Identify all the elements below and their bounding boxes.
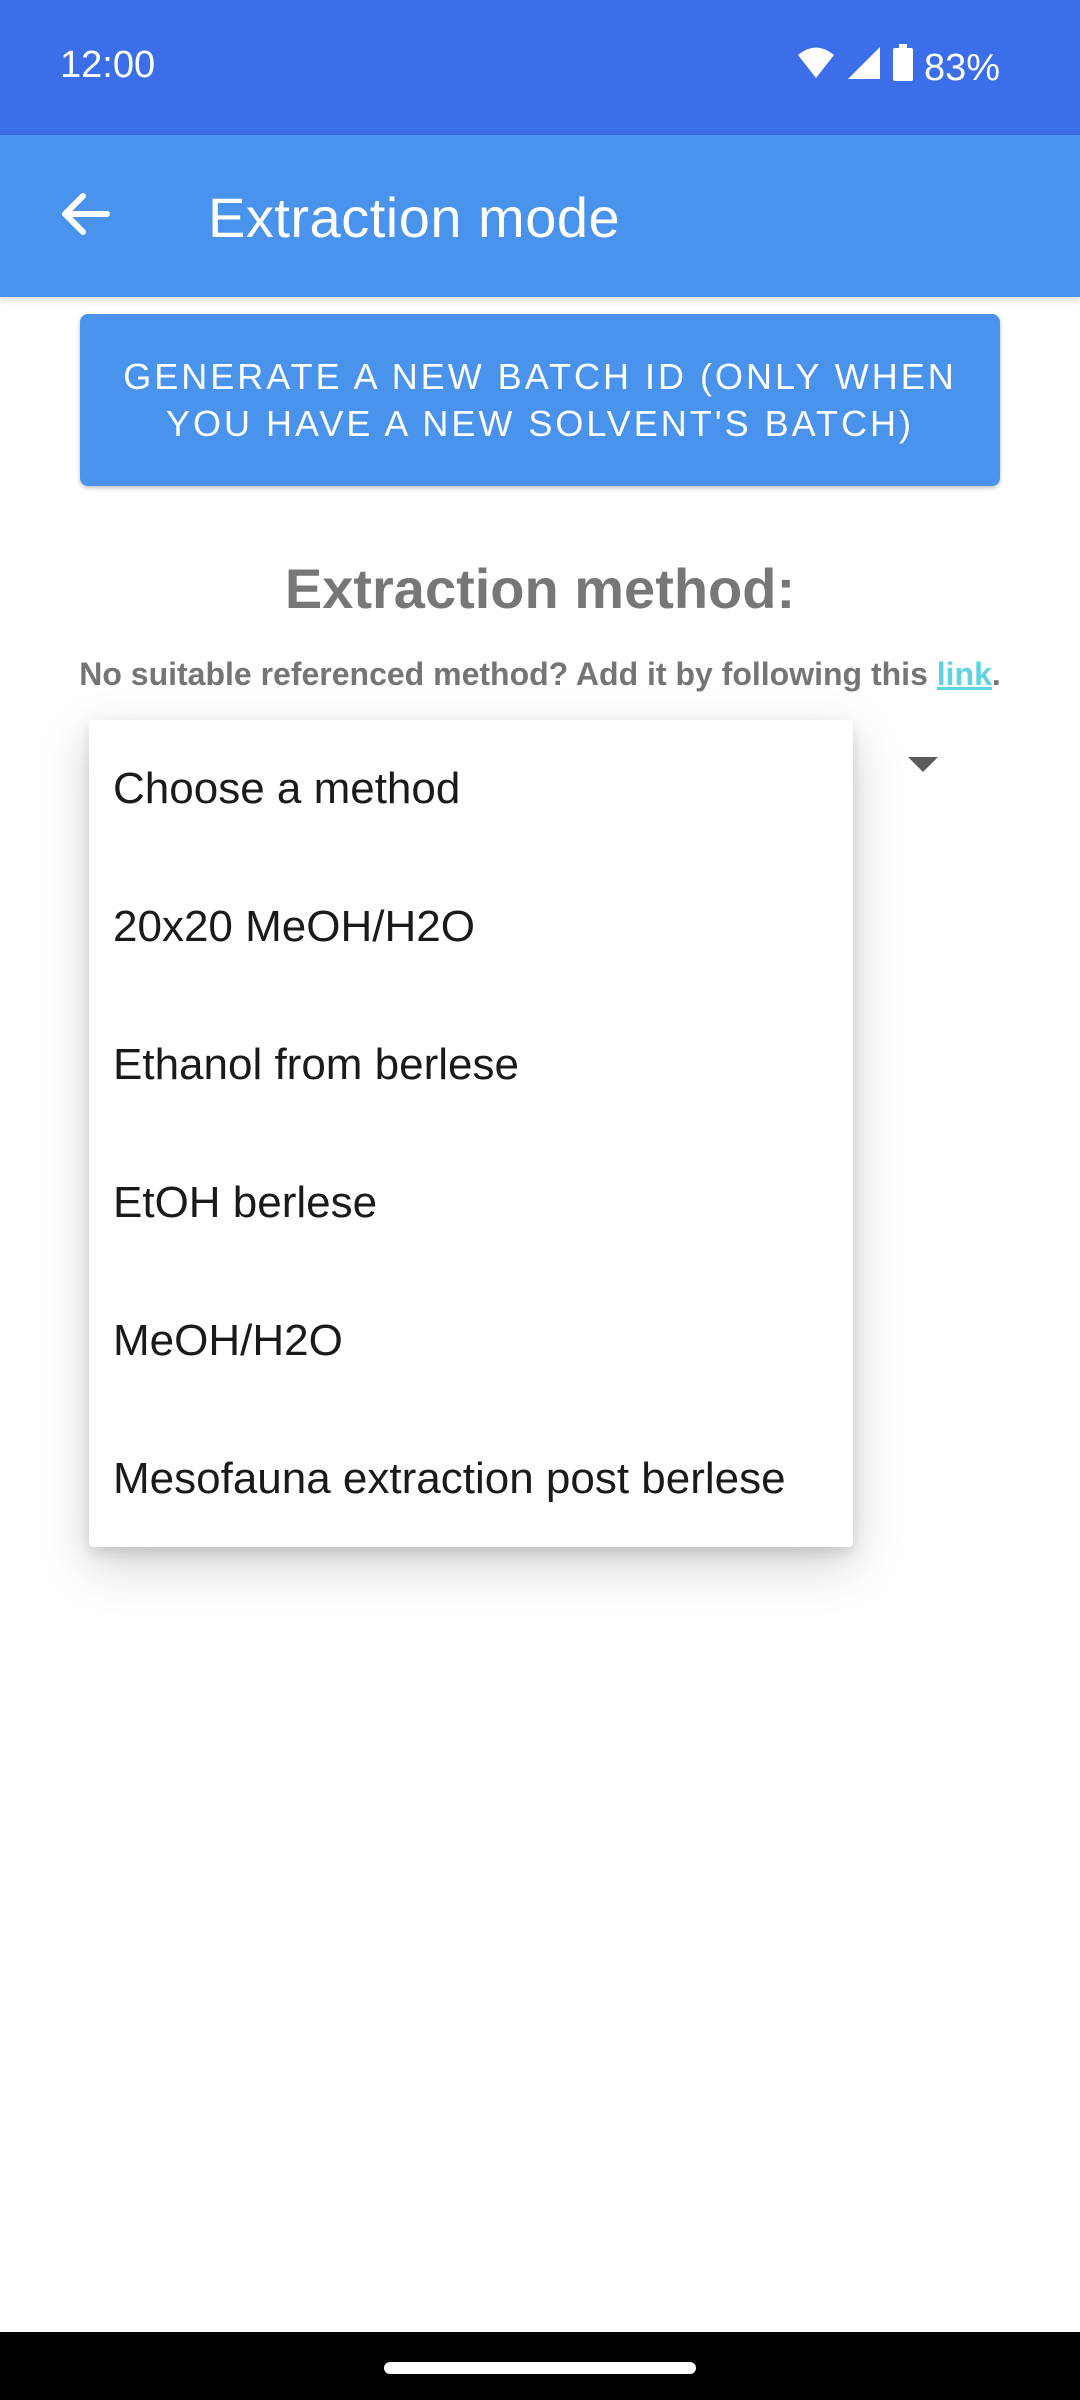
wifi-icon: [796, 46, 836, 90]
chevron-down-icon[interactable]: [908, 757, 938, 772]
generate-batch-id-label: GENERATE A NEW BATCH ID (ONLY WHEN YOU H…: [123, 356, 957, 444]
status-icons: 83%: [796, 44, 1000, 92]
dropdown-option-meoh-h2o[interactable]: MeOH/H2O: [89, 1272, 853, 1410]
method-dropdown: Choose a method 20x20 MeOH/H2O Ethanol f…: [89, 720, 853, 1547]
battery-icon: [892, 44, 914, 92]
dropdown-option-mesofauna[interactable]: Mesofauna extraction post berlese: [89, 1410, 853, 1548]
status-time: 12:00: [60, 44, 156, 86]
dropdown-option-etoh-berlese[interactable]: EtOH berlese: [89, 1134, 853, 1272]
battery-percent: 83%: [923, 46, 1000, 89]
method-hint-suffix: .: [991, 656, 1001, 692]
method-hint: No suitable referenced method? Add it by…: [0, 656, 1080, 693]
add-method-link[interactable]: link: [937, 656, 992, 692]
status-bar: 12:00 83%: [0, 0, 1080, 135]
home-indicator[interactable]: [384, 2362, 696, 2374]
dropdown-option-choose[interactable]: Choose a method: [89, 720, 853, 858]
dropdown-option-20x20-meoh-h2o[interactable]: 20x20 MeOH/H2O: [89, 858, 853, 996]
arrow-left-icon: [57, 186, 113, 247]
back-button[interactable]: [40, 171, 130, 261]
app-bar: Extraction mode: [0, 135, 1080, 297]
extraction-method-title: Extraction method:: [284, 557, 796, 620]
dropdown-option-ethanol-from-berlese[interactable]: Ethanol from berlese: [89, 996, 853, 1134]
method-hint-text: No suitable referenced method? Add it by…: [79, 656, 937, 692]
generate-batch-id-button[interactable]: GENERATE A NEW BATCH ID (ONLY WHEN YOU H…: [80, 314, 1000, 486]
signal-icon: [846, 45, 882, 91]
page-title: Extraction mode: [208, 186, 621, 249]
